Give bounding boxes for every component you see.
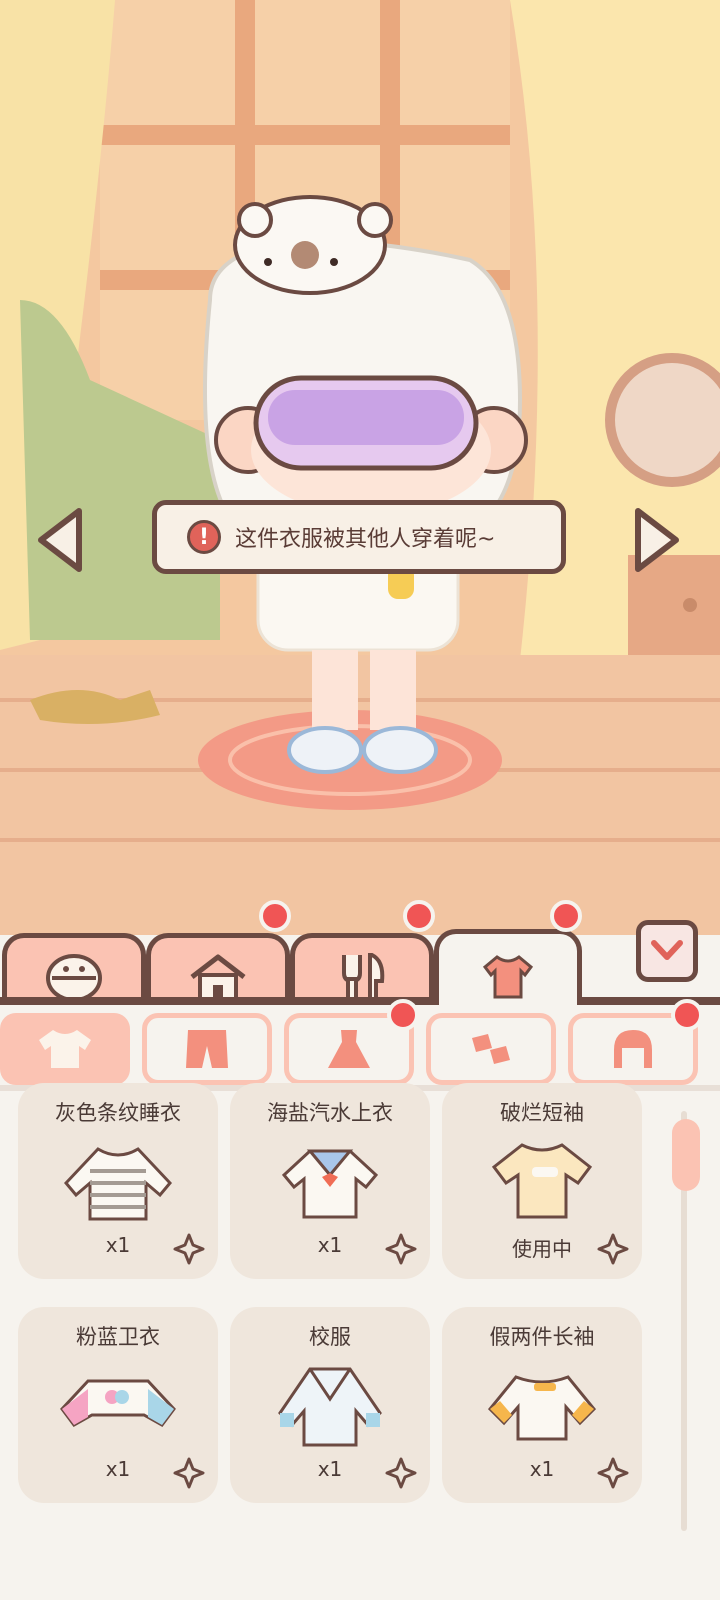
item-count: x1 <box>105 1233 131 1257</box>
toast-message: ! 这件衣服被其他人穿着呢~ <box>152 500 566 574</box>
room-illustration <box>0 0 720 935</box>
sparkle-icon[interactable] <box>173 1233 205 1265</box>
category-shoes[interactable] <box>426 1013 556 1085</box>
next-character-button[interactable] <box>630 505 682 575</box>
sparkle-icon[interactable] <box>173 1457 205 1489</box>
item-card[interactable]: 海盐汽水上衣 x1 <box>230 1083 430 1279</box>
item-count: x1 <box>317 1233 343 1257</box>
collapse-panel-button[interactable] <box>636 920 698 982</box>
item-card[interactable]: 粉蓝卫衣 x1 <box>18 1307 218 1503</box>
shirt-icon <box>482 954 534 998</box>
pants-icon <box>186 1030 228 1068</box>
striped-pajama-icon <box>63 1147 173 1221</box>
previous-character-button[interactable] <box>35 505 87 575</box>
item-count: x1 <box>529 1457 555 1481</box>
wardrobe-panel: 灰色条纹睡衣 x1 海盐汽水上衣 x1 破烂短袖 使用中 粉蓝卫衣 x1 校服 … <box>0 900 720 1600</box>
item-name: 假两件长袖 <box>489 1325 595 1349</box>
item-card[interactable]: 假两件长袖 x1 <box>442 1307 642 1503</box>
hair-icon <box>614 1030 652 1068</box>
sparkle-icon[interactable] <box>597 1457 629 1489</box>
top-icon <box>39 1030 91 1068</box>
item-name: 灰色条纹睡衣 <box>55 1101 181 1125</box>
sparkle-icon[interactable] <box>385 1233 417 1265</box>
item-name: 海盐汽水上衣 <box>267 1101 393 1125</box>
tab-food-badge <box>403 900 435 932</box>
tab-clothes-badge <box>550 900 582 932</box>
layered-longsleeve-icon <box>487 1375 597 1441</box>
sailor-top-icon <box>281 1149 379 1219</box>
category-bottoms[interactable] <box>142 1013 272 1085</box>
chevron-down-icon <box>651 940 683 960</box>
item-card[interactable]: 灰色条纹睡衣 x1 <box>18 1083 218 1279</box>
category-hair-badge <box>671 999 703 1031</box>
sparkle-icon[interactable] <box>597 1233 629 1265</box>
main-tab-bar <box>0 900 720 1019</box>
clothing-grid: 灰色条纹睡衣 x1 海盐汽水上衣 x1 破烂短袖 使用中 粉蓝卫衣 x1 校服 … <box>0 1083 720 1600</box>
school-uniform-icon <box>278 1367 382 1447</box>
item-count: x1 <box>105 1457 131 1481</box>
dress-icon <box>328 1030 370 1068</box>
sparkle-icon[interactable] <box>385 1457 417 1489</box>
room-scene: ! 这件衣服被其他人穿着呢~ <box>0 0 720 935</box>
tab-house-badge <box>259 900 291 932</box>
item-card[interactable]: 破烂短袖 使用中 <box>442 1083 642 1279</box>
item-name: 粉蓝卫衣 <box>76 1325 160 1349</box>
tab-divider <box>0 997 436 1005</box>
pink-blue-hoodie-icon <box>60 1379 176 1427</box>
ragged-tshirt-icon <box>491 1143 593 1219</box>
item-card[interactable]: 校服 x1 <box>230 1307 430 1503</box>
category-tops[interactable] <box>0 1013 130 1085</box>
category-tab-bar <box>0 999 720 1085</box>
item-in-use-label: 使用中 <box>512 1237 572 1261</box>
face-icon <box>46 953 102 1002</box>
item-name: 校服 <box>309 1325 351 1349</box>
item-name: 破烂短袖 <box>500 1101 584 1125</box>
warning-icon: ! <box>187 520 221 554</box>
category-dresses-badge <box>387 999 419 1031</box>
item-count: x1 <box>317 1457 343 1481</box>
toast-text: 这件衣服被其他人穿着呢~ <box>235 527 496 552</box>
shoes-icon <box>472 1034 510 1064</box>
scrollbar-thumb[interactable] <box>672 1119 700 1191</box>
